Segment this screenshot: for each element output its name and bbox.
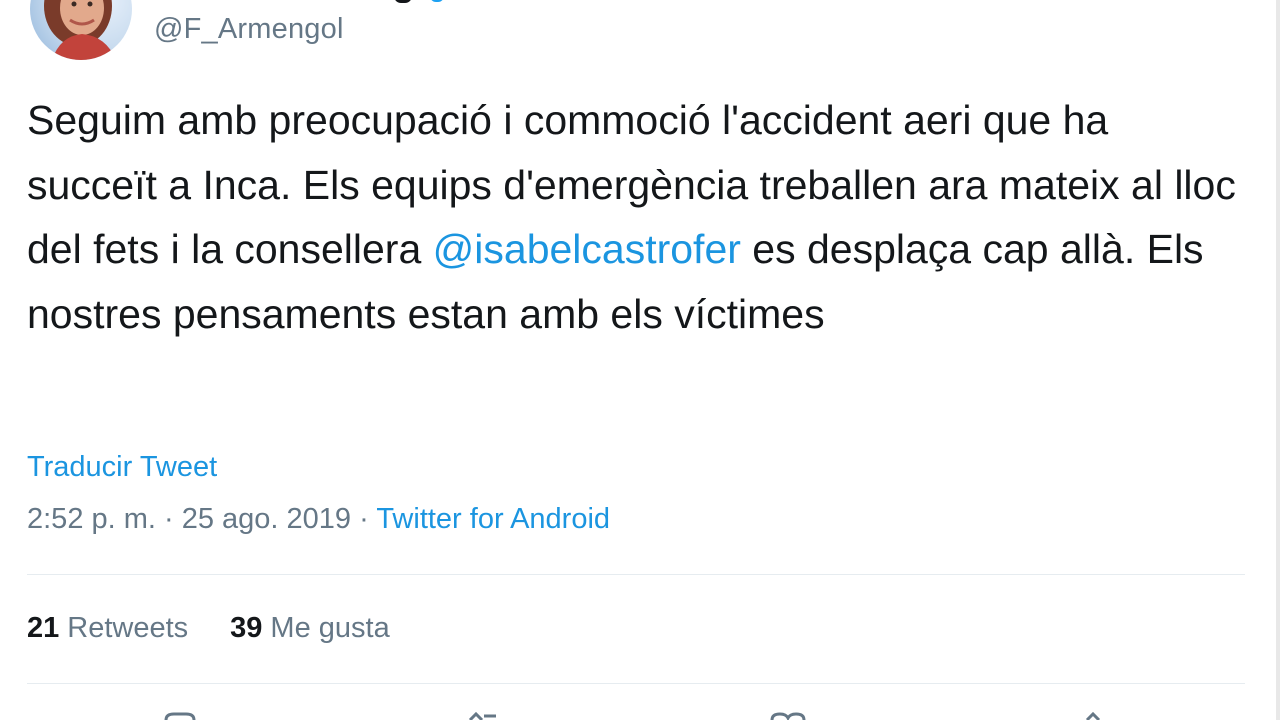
likes-count: 39: [230, 612, 263, 644]
translate-tweet-link[interactable]: Traducir Tweet: [27, 451, 217, 484]
mention-link[interactable]: @isabelcastrofer: [433, 226, 741, 272]
tweet-stats: 21 Retweets 39 Me gusta: [27, 612, 390, 645]
like-icon[interactable]: [768, 712, 808, 720]
scrollbar[interactable]: [1276, 0, 1280, 720]
divider: [27, 574, 1245, 575]
tweet-text: Seguim amb preocupació i commoció l'acci…: [27, 88, 1242, 346]
display-name-clipped: [394, 0, 412, 3]
retweet-icon[interactable]: [462, 712, 502, 720]
share-icon[interactable]: [1078, 712, 1108, 720]
source-link[interactable]: Twitter for Android: [376, 503, 610, 535]
retweets-count: 21: [27, 612, 60, 644]
tweet-page: @F_Armengol Seguim amb preocupació i com…: [0, 0, 1280, 720]
avatar[interactable]: [30, 0, 132, 60]
divider: [27, 683, 1245, 684]
likes-label: Me gusta: [270, 612, 390, 644]
meta-separator: ·: [351, 503, 377, 535]
tweet-actions: [0, 712, 1280, 720]
user-handle[interactable]: @F_Armengol: [154, 13, 344, 46]
reply-icon[interactable]: [160, 712, 200, 720]
likes-stat[interactable]: 39 Me gusta: [230, 612, 390, 645]
avatar-image: [30, 0, 132, 60]
timestamp[interactable]: 2:52 p. m. · 25 ago. 2019: [27, 503, 351, 535]
display-name-fragment: [354, 0, 474, 4]
retweets-label: Retweets: [67, 612, 189, 644]
retweets-stat[interactable]: 21 Retweets: [27, 612, 188, 645]
verified-badge-icon: [430, 0, 444, 2]
tweet-header: [30, 0, 132, 60]
tweet-meta: 2:52 p. m. · 25 ago. 2019 · Twitter for …: [27, 503, 610, 536]
